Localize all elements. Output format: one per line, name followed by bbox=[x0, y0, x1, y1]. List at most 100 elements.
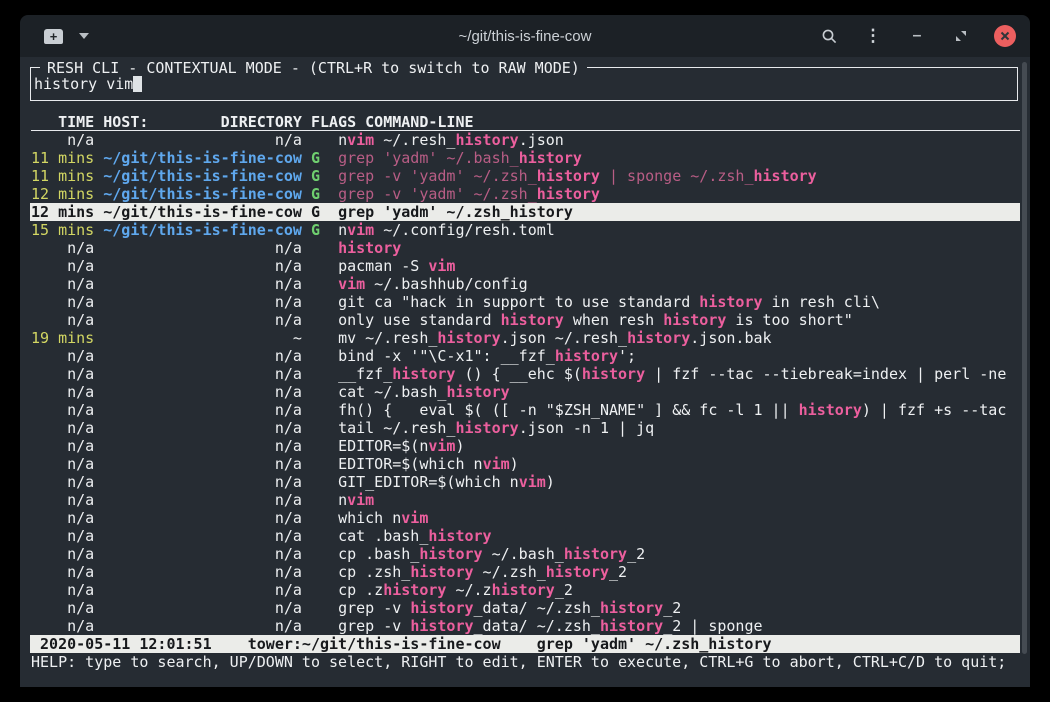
cmd-text: ~/.z bbox=[446, 581, 491, 599]
cell-flags bbox=[311, 509, 320, 527]
cmd-match: history bbox=[600, 599, 663, 617]
close-icon bbox=[1000, 31, 1010, 41]
cmd-text: n bbox=[338, 221, 347, 239]
history-row[interactable]: n/a n/a cp .zsh_history ~/.zsh_history_2 bbox=[30, 563, 1020, 581]
close-button[interactable] bbox=[994, 25, 1016, 47]
history-row[interactable]: n/a n/a pacman -S vim bbox=[30, 257, 1020, 275]
cmd-match: history bbox=[428, 527, 491, 545]
cmd-match: vim bbox=[338, 275, 365, 293]
restore-button[interactable] bbox=[950, 25, 972, 47]
history-row[interactable]: n/a n/a __fzf_history () { __ehc $(histo… bbox=[30, 365, 1020, 383]
cmd-text: _2 bbox=[663, 599, 681, 617]
cell-time: n/a bbox=[31, 563, 94, 581]
history-row[interactable]: n/a n/a cp .zhistory ~/.zhistory_2 bbox=[30, 581, 1020, 599]
cmd-text: is too short" bbox=[726, 311, 852, 329]
titlebar: + ~/git/this-is-fine-cow ⋮ – bbox=[20, 15, 1030, 57]
cmd-text: git ca "hack in support to use standard bbox=[338, 293, 699, 311]
cell-flags bbox=[311, 599, 320, 617]
cell-time: 15 mins bbox=[31, 221, 94, 239]
history-row[interactable]: n/a n/a GIT_EDITOR=$(which nvim) bbox=[30, 473, 1020, 491]
cmd-match: history bbox=[392, 365, 455, 383]
cmd-match: history bbox=[383, 581, 446, 599]
cmd-text: in resh cli\ bbox=[763, 293, 880, 311]
history-row[interactable]: n/a n/a which nvim bbox=[30, 509, 1020, 527]
cmd-text: ~/.config/resh.toml bbox=[374, 221, 555, 239]
history-row[interactable]: n/a n/a cat ~/.bash_history bbox=[30, 383, 1020, 401]
scrollbar[interactable] bbox=[1022, 62, 1027, 654]
cell-time: n/a bbox=[31, 257, 94, 275]
cell-directory: n/a bbox=[103, 383, 302, 401]
cell-time: n/a bbox=[31, 455, 94, 473]
cell-flags bbox=[311, 491, 320, 509]
cmd-match: history bbox=[582, 365, 645, 383]
cell-directory: n/a bbox=[103, 239, 302, 257]
history-row[interactable]: n/a n/a git ca "hack in support to use s… bbox=[30, 293, 1020, 311]
cell-flags: G bbox=[311, 185, 320, 203]
history-row[interactable]: 11 mins ~/git/this-is-fine-cow G grep 'y… bbox=[30, 149, 1020, 167]
history-row[interactable]: n/a n/a EDITOR=$(nvim) bbox=[30, 437, 1020, 455]
cmd-match: vim bbox=[347, 221, 374, 239]
cmd-match: history bbox=[455, 419, 518, 437]
cmd-text: ~/.bashhub/config bbox=[365, 275, 528, 293]
history-row[interactable]: n/a n/a grep -v history_data/ ~/.zsh_his… bbox=[30, 617, 1020, 635]
cmd-match: history bbox=[564, 545, 627, 563]
cell-directory: n/a bbox=[103, 257, 302, 275]
history-row[interactable]: n/a n/a grep -v history_data/ ~/.zsh_his… bbox=[30, 599, 1020, 617]
cell-directory: ~ bbox=[103, 329, 302, 347]
cmd-match: history bbox=[699, 293, 762, 311]
history-row[interactable]: n/a n/a nvim bbox=[30, 491, 1020, 509]
cell-time: n/a bbox=[31, 437, 94, 455]
cmd-match: history bbox=[799, 401, 862, 419]
cmd-match: vim bbox=[401, 509, 428, 527]
cmd-text: ) bbox=[546, 473, 555, 491]
cmd-text: ~/.bash_ bbox=[483, 545, 564, 563]
cmd-match: history bbox=[419, 545, 482, 563]
cmd-text: GIT_EDITOR=$(which n bbox=[338, 473, 519, 491]
history-row[interactable]: n/a n/a EDITOR=$(which nvim) bbox=[30, 455, 1020, 473]
cmd-text: __fzf_ bbox=[338, 365, 392, 383]
history-row[interactable]: n/a n/a bind -x '"\C-x1": __fzf_history'… bbox=[30, 347, 1020, 365]
cell-time: n/a bbox=[31, 365, 94, 383]
cell-time: n/a bbox=[31, 311, 94, 329]
cmd-text: _data/ ~/.zsh_ bbox=[474, 617, 600, 635]
cell-directory: n/a bbox=[103, 131, 302, 149]
history-row[interactable]: n/a n/a history bbox=[30, 239, 1020, 257]
history-row[interactable]: n/a n/a cp .bash_history ~/.bash_history… bbox=[30, 545, 1020, 563]
history-row[interactable]: n/a n/a nvim ~/.resh_history.json bbox=[30, 131, 1020, 149]
cmd-text: grep 'yadm' ~/.zsh_ bbox=[338, 203, 510, 221]
history-row[interactable]: n/a n/a fh() { eval $( ([ -n "$ZSH_NAME"… bbox=[30, 401, 1020, 419]
history-row[interactable]: 12 mins ~/git/this-is-fine-cow G grep -v… bbox=[30, 185, 1020, 203]
cell-time: n/a bbox=[31, 239, 94, 257]
cmd-match: vim bbox=[428, 257, 455, 275]
cell-flags bbox=[311, 383, 320, 401]
history-row[interactable]: n/a n/a cat .bash_history bbox=[30, 527, 1020, 545]
cell-flags: G bbox=[311, 221, 320, 239]
history-row[interactable]: 19 mins ~ mv ~/.resh_history.json ~/.res… bbox=[30, 329, 1020, 347]
cmd-match: history bbox=[519, 149, 582, 167]
history-row[interactable]: 12 mins ~/git/this-is-fine-cow G grep 'y… bbox=[30, 203, 1020, 221]
history-row[interactable]: 15 mins ~/git/this-is-fine-cow G nvim ~/… bbox=[30, 221, 1020, 239]
cell-directory: n/a bbox=[103, 473, 302, 491]
history-row[interactable]: 11 mins ~/git/this-is-fine-cow G grep -v… bbox=[30, 167, 1020, 185]
minimize-button[interactable]: – bbox=[906, 25, 928, 47]
search-button[interactable] bbox=[818, 25, 840, 47]
cmd-match: history bbox=[492, 581, 555, 599]
cell-directory: n/a bbox=[103, 509, 302, 527]
history-row[interactable]: n/a n/a vim ~/.bashhub/config bbox=[30, 275, 1020, 293]
history-row[interactable]: n/a n/a tail ~/.resh_history.json -n 1 |… bbox=[30, 419, 1020, 437]
cmd-text: grep -v 'yadm' ~/.zsh_ bbox=[338, 167, 537, 185]
cell-directory: ~/git/this-is-fine-cow bbox=[103, 203, 302, 221]
cmd-text: ~/.zsh_ bbox=[474, 563, 546, 581]
cmd-text: mv ~/.resh_ bbox=[338, 329, 437, 347]
cmd-text: cat .bash_ bbox=[338, 527, 428, 545]
cell-time: 12 mins bbox=[31, 185, 94, 203]
history-row[interactable]: n/a n/a only use standard history when r… bbox=[30, 311, 1020, 329]
cell-flags bbox=[311, 293, 320, 311]
search-input[interactable]: history vim bbox=[34, 75, 142, 93]
text-cursor bbox=[133, 76, 142, 92]
cell-flags bbox=[311, 473, 320, 491]
cell-time: n/a bbox=[31, 419, 94, 437]
cell-directory: ~/git/this-is-fine-cow bbox=[103, 221, 302, 239]
menu-button[interactable]: ⋮ bbox=[862, 25, 884, 47]
cmd-text: grep 'yadm' ~/.bash_ bbox=[338, 149, 519, 167]
